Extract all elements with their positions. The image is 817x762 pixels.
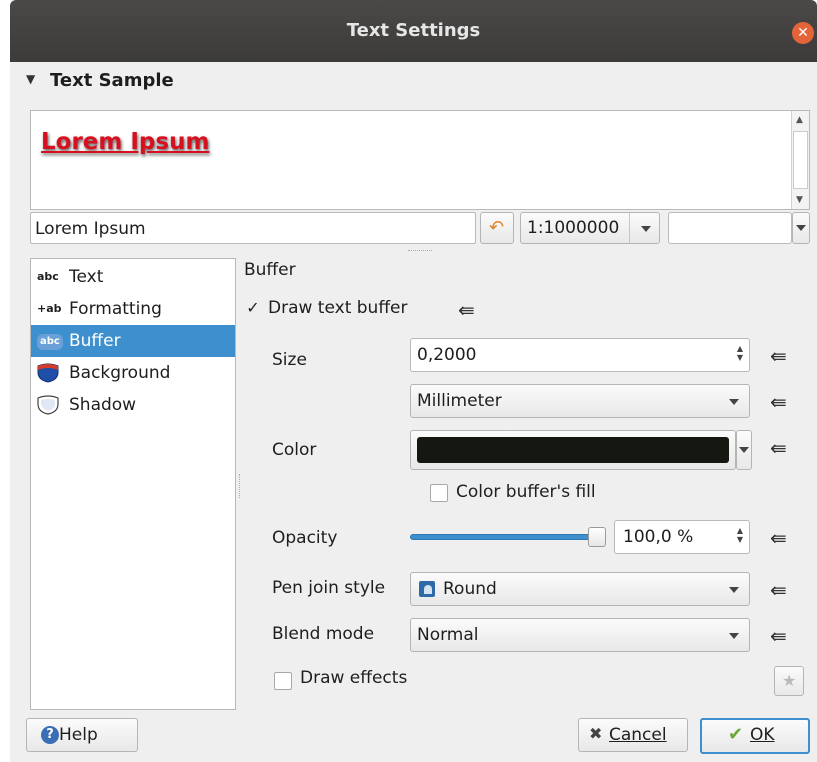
chevron-down-icon: [796, 225, 806, 231]
sidebar-splitter[interactable]: [239, 474, 241, 498]
spin-arrows-icon[interactable]: ▲ ▼: [733, 344, 747, 362]
settings-sidebar: abc Text +ab Formatting abc Buffer Backgro…: [30, 258, 236, 710]
data-defined-override-icon[interactable]: ⇚: [770, 392, 787, 412]
abc-icon: abc: [37, 270, 59, 283]
blend-mode-value: Normal: [417, 625, 479, 645]
sidebar-item-shadow[interactable]: Shadow: [31, 389, 235, 421]
chevron-down-icon: [729, 399, 739, 405]
blend-mode-combo[interactable]: Normal: [410, 618, 750, 652]
sample-text-input[interactable]: Lorem Ipsum: [30, 212, 476, 244]
scroll-thumb[interactable]: [793, 131, 808, 189]
sidebar-item-background[interactable]: Background: [31, 357, 235, 389]
data-defined-override-icon[interactable]: ⇚: [458, 300, 475, 320]
ok-button[interactable]: ✔ OK: [700, 718, 810, 754]
draw-effects-checkbox[interactable]: [274, 672, 292, 690]
pen-join-label: Pen join style: [272, 578, 386, 598]
effects-settings-button[interactable]: ★: [774, 666, 804, 696]
splitter-handle[interactable]: [408, 250, 432, 252]
background-color-button[interactable]: [668, 212, 792, 244]
sidebar-item-label: Background: [69, 363, 171, 383]
chevron-down-icon: [729, 587, 739, 593]
data-defined-override-icon[interactable]: ⇚: [770, 580, 787, 600]
chevron-down-icon: [641, 226, 651, 232]
sidebar-item-label: Formatting: [69, 299, 162, 319]
draw-effects-label[interactable]: Draw effects: [300, 668, 407, 688]
preview-text: Lorem Ipsum: [41, 129, 210, 155]
scale-divider: [629, 213, 630, 243]
color-fill-checkbox[interactable]: [430, 484, 448, 502]
shadow-shield-icon: [37, 389, 69, 421]
help-label: Help: [59, 725, 98, 745]
pen-join-value: Round: [443, 579, 497, 599]
text-sample-header[interactable]: Text Sample: [50, 70, 174, 91]
opacity-slider-track[interactable]: [410, 534, 600, 540]
size-spinbox[interactable]: 0,2000 ▲ ▼: [410, 338, 750, 372]
opacity-value: 100,0 %: [623, 527, 694, 547]
sidebar-item-text[interactable]: abc Text: [31, 261, 235, 293]
size-label: Size: [272, 350, 307, 370]
sidebar-item-label: Text: [69, 267, 104, 287]
background-color-dropdown[interactable]: [792, 212, 810, 244]
sample-text-value: Lorem Ipsum: [35, 219, 146, 239]
blend-mode-label: Blend mode: [272, 624, 375, 644]
window-title: Text Settings: [346, 20, 481, 41]
star-icon: ★: [782, 671, 797, 690]
text-sample-preview: Lorem Ipsum ▲ ▼: [30, 110, 810, 210]
sidebar-item-buffer[interactable]: abc Buffer: [31, 325, 235, 357]
chevron-down-icon: [729, 633, 739, 639]
color-button[interactable]: [410, 430, 736, 470]
opacity-spinbox[interactable]: 100,0 % ▲ ▼: [614, 520, 750, 554]
undo-icon: ↶: [489, 217, 505, 238]
cancel-x-icon: ✖: [589, 724, 603, 743]
buffer-section-title: Buffer: [244, 260, 296, 280]
draw-buffer-label[interactable]: Draw text buffer: [268, 298, 408, 318]
size-unit-combo[interactable]: Millimeter: [410, 384, 750, 418]
color-label: Color: [272, 440, 317, 460]
buffer-icon-text: abc: [37, 334, 63, 350]
size-value: 0,2000: [417, 345, 477, 365]
reset-sample-button[interactable]: ↶: [480, 212, 514, 244]
help-icon: ?: [41, 726, 59, 744]
preview-scrollbar[interactable]: ▲ ▼: [791, 111, 809, 209]
ok-label: OK: [750, 725, 775, 745]
scale-combo[interactable]: 1:1000000: [520, 212, 660, 244]
size-unit-value: Millimeter: [417, 391, 502, 411]
spin-arrows-icon[interactable]: ▲ ▼: [733, 526, 747, 544]
data-defined-override-icon[interactable]: ⇚: [770, 438, 787, 458]
scale-value: 1:1000000: [527, 218, 620, 238]
formatting-icon: +ab: [37, 302, 62, 315]
round-join-icon: [419, 581, 435, 597]
data-defined-override-icon[interactable]: ⇚: [770, 346, 787, 366]
sidebar-item-formatting[interactable]: +ab Formatting: [31, 293, 235, 325]
buffer-icon: abc: [37, 325, 69, 357]
help-button[interactable]: ? Help: [26, 718, 138, 752]
color-dropdown[interactable]: [736, 430, 752, 470]
color-fill-label[interactable]: Color buffer's fill: [456, 482, 596, 502]
data-defined-override-icon[interactable]: ⇚: [770, 528, 787, 548]
close-icon[interactable]: ✕: [792, 22, 814, 44]
checkmark-icon: ✔: [728, 724, 744, 745]
draw-buffer-checkbox[interactable]: ✓: [244, 300, 262, 318]
dialog-body: ▼ Text Sample Lorem Ipsum ▲ ▼ Lorem Ipsu…: [10, 62, 817, 762]
opacity-slider-handle[interactable]: [588, 527, 606, 547]
color-swatch: [417, 437, 729, 463]
cancel-button[interactable]: ✖ Cancel: [578, 718, 688, 752]
cancel-label: Cancel: [609, 725, 667, 745]
opacity-label: Opacity: [272, 528, 338, 548]
pen-join-combo[interactable]: Round: [410, 572, 750, 606]
data-defined-override-icon[interactable]: ⇚: [770, 626, 787, 646]
scroll-up-icon[interactable]: ▲: [796, 115, 803, 125]
title-bar: Text Settings ✕: [10, 0, 817, 62]
sidebar-item-label: Buffer: [69, 331, 121, 351]
sidebar-item-label: Shadow: [69, 395, 137, 415]
scroll-down-icon[interactable]: ▼: [796, 195, 803, 205]
background-shield-icon: [37, 357, 69, 389]
collapse-arrow-icon[interactable]: ▼: [26, 72, 35, 86]
chevron-down-icon: [739, 447, 749, 453]
